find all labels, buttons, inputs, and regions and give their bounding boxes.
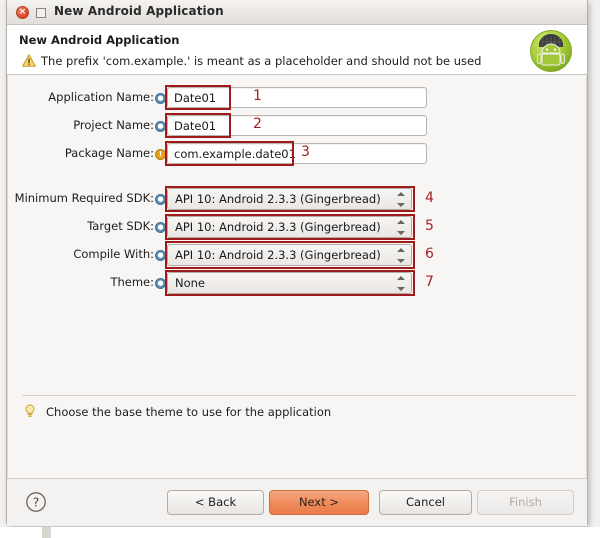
info-icon: ● (155, 121, 166, 132)
project-name-input[interactable]: Date01 (167, 115, 427, 136)
wizard-button-bar: ? < Back Next > Cancel Finish (7, 478, 587, 526)
field-row-minimum-sdk: Minimum Required SDK: ● API 10: Android … (8, 186, 586, 212)
label-col: Package Name: (8, 143, 154, 165)
desktop-background: × New Android Application New Android Ap… (0, 0, 600, 538)
maximize-square (36, 8, 46, 18)
field-row-project-name: Project Name: ● Date01 2 (8, 113, 586, 138)
annotation-number-5: 5 (425, 218, 434, 234)
application-name-value: Date01 (174, 91, 217, 105)
annotation-number-6: 6 (425, 246, 434, 262)
hint-separator (22, 395, 576, 396)
hint-text: Choose the base theme to use for the app… (46, 405, 332, 419)
finish-button: Finish (477, 490, 574, 515)
project-name-value: Date01 (174, 119, 217, 133)
label-col: Compile With: (8, 244, 154, 266)
theme-label: Theme: (110, 275, 154, 289)
field-row-application-name: Application Name: ● Date01 1 (8, 85, 586, 110)
minimum-sdk-value: API 10: Android 2.3.3 (Gingerbread) (175, 192, 381, 206)
theme-value: None (175, 276, 206, 290)
compile-with-label: Compile With: (73, 247, 154, 261)
field-row-compile-with: Compile With: ● API 10: Android 2.3.3 (G… (8, 241, 586, 269)
warning-triangle-icon (22, 54, 36, 67)
page-title: New Android Application (19, 33, 180, 47)
project-name-label: Project Name: (73, 118, 154, 132)
lightbulb-icon (25, 404, 35, 417)
field-row-theme: Theme: ● None 7 (8, 270, 586, 296)
info-icon: ● (155, 250, 166, 261)
header-warning-message: The prefix 'com.example.' is meant as a … (41, 54, 482, 68)
spinner-arrows-icon[interactable] (397, 192, 406, 207)
desktop-strip (0, 527, 600, 538)
wizard-header: New Android Application The prefix 'com.… (7, 25, 587, 75)
target-sdk-label: Target SDK: (87, 219, 154, 233)
help-question-icon[interactable]: ? (25, 491, 47, 513)
minimum-sdk-select[interactable]: API 10: Android 2.3.3 (Gingerbread) (167, 188, 412, 210)
android-robot-icon (530, 30, 572, 72)
window-title: New Android Application (54, 4, 224, 18)
spinner-arrows-icon[interactable] (397, 220, 406, 235)
info-icon: ● (155, 194, 166, 205)
theme-select[interactable]: None (167, 272, 412, 294)
window-titlebar: × New Android Application (7, 0, 587, 25)
package-name-input[interactable]: com.example.date01 (167, 143, 427, 164)
info-icon: ● (155, 93, 166, 104)
back-button[interactable]: < Back (167, 490, 264, 515)
cancel-button[interactable]: Cancel (379, 490, 472, 515)
application-name-label: Application Name: (48, 90, 154, 104)
annotation-number-3: 3 (301, 144, 310, 160)
spinner-arrows-icon[interactable] (397, 276, 406, 291)
info-icon: ● (155, 222, 166, 233)
label-col: Theme: (8, 272, 154, 294)
compile-with-value: API 10: Android 2.3.3 (Gingerbread) (175, 248, 381, 262)
annotation-number-4: 4 (425, 190, 434, 206)
wizard-form-area: Application Name: ● Date01 1 Project Nam… (7, 75, 587, 478)
label-col: Target SDK: (8, 216, 154, 238)
close-icon[interactable]: × (16, 6, 29, 19)
minimum-sdk-label: Minimum Required SDK: (14, 191, 154, 205)
target-sdk-value: API 10: Android 2.3.3 (Gingerbread) (175, 220, 381, 234)
application-name-input[interactable]: Date01 (167, 87, 427, 108)
package-name-value: com.example.date01 (174, 147, 296, 161)
compile-with-select[interactable]: API 10: Android 2.3.3 (Gingerbread) (167, 244, 412, 266)
annotation-number-2: 2 (253, 116, 262, 132)
next-button[interactable]: Next > (269, 490, 369, 515)
info-icon: ● (155, 278, 166, 289)
maximize-icon[interactable] (34, 6, 47, 19)
target-sdk-select[interactable]: API 10: Android 2.3.3 (Gingerbread) (167, 216, 412, 238)
label-col: Minimum Required SDK: (8, 188, 154, 210)
label-col: Project Name: (8, 115, 154, 137)
label-col: Application Name: (8, 87, 154, 109)
svg-text:?: ? (33, 495, 39, 509)
new-android-application-window: × New Android Application New Android Ap… (6, 0, 588, 526)
field-row-target-sdk: Target SDK: ● API 10: Android 2.3.3 (Gin… (8, 214, 586, 240)
field-row-package-name: Package Name: ! com.example.date01 3 (8, 141, 586, 166)
package-name-label: Package Name: (64, 146, 154, 160)
annotation-number-1: 1 (253, 88, 262, 104)
warning-icon: ! (155, 149, 166, 160)
annotation-number-7: 7 (425, 274, 434, 290)
desktop-seam (42, 527, 51, 538)
spinner-arrows-icon[interactable] (397, 248, 406, 263)
